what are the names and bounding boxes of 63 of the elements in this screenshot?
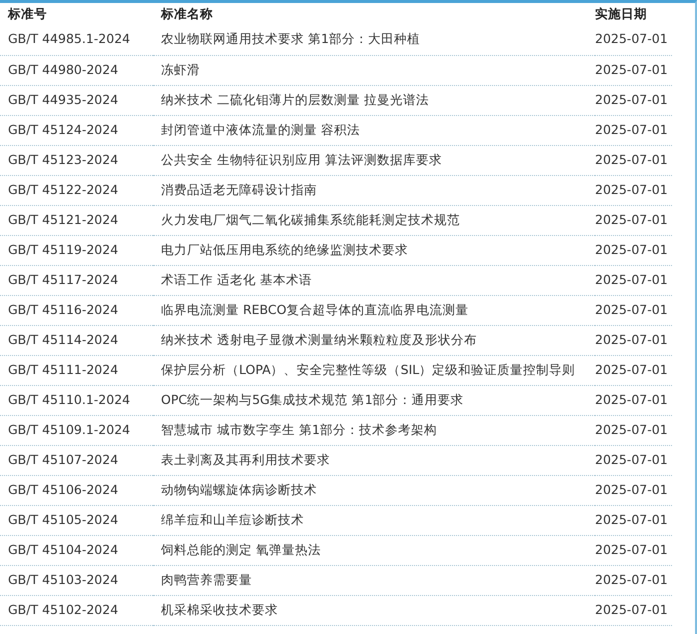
effective-date: 2025-07-01 <box>595 570 668 589</box>
effective-date: 2025-07-01 <box>595 210 668 229</box>
standard-name[interactable]: 冻虾滑 <box>161 60 200 80</box>
standard-name[interactable]: 动物钩端螺旋体病诊断技术 <box>161 480 317 500</box>
standard-number: GB/T 45116-2024 <box>8 300 118 319</box>
standard-number: GB/T 44980-2024 <box>8 60 118 79</box>
standard-name[interactable]: 绵羊痘和山羊痘诊断技术 <box>161 510 304 530</box>
standard-number: GB/T 44985.1-2024 <box>8 30 130 48</box>
effective-date: 2025-07-01 <box>595 480 668 499</box>
effective-date: 2025-07-01 <box>595 300 668 319</box>
standard-name[interactable]: 封闭管道中液体流量的测量 容积法 <box>161 120 360 140</box>
standard-name[interactable]: 农业物联网通用技术要求 第1部分：大田种植 <box>161 30 420 50</box>
standard-number: GB/T 45105-2024 <box>8 510 118 529</box>
effective-date: 2025-07-01 <box>595 600 668 619</box>
effective-date: 2025-07-01 <box>595 420 668 439</box>
standard-name[interactable]: 火力发电厂烟气二氧化碳捕集系统能耗测定技术规范 <box>161 210 460 230</box>
standard-name[interactable]: 保护层分析（LOPA）、安全完整性等级（SIL）定级和验证质量控制导则 <box>161 360 576 380</box>
effective-date: 2025-07-01 <box>595 330 668 349</box>
standard-number: GB/T 45106-2024 <box>8 480 118 499</box>
standard-name[interactable]: 纳米技术 二硫化钼薄片的层数测量 拉曼光谱法 <box>161 90 429 110</box>
standard-name[interactable]: OPC统一架构与5G集成技术规范 第1部分：通用要求 <box>161 390 464 410</box>
standard-number: GB/T 45119-2024 <box>8 240 118 259</box>
effective-date: 2025-07-01 <box>595 180 668 199</box>
standard-number: GB/T 44935-2024 <box>8 90 118 109</box>
standard-name[interactable]: 机采棉采收技术要求 <box>161 600 278 620</box>
standard-number: GB/T 45122-2024 <box>8 180 118 199</box>
standard-name[interactable]: 饲料总能的测定 氧弹量热法 <box>161 540 321 560</box>
standard-number: GB/T 45110.1-2024 <box>8 390 130 409</box>
standard-number: GB/T 45114-2024 <box>8 330 118 349</box>
effective-date: 2025-07-01 <box>595 240 668 259</box>
standard-number: GB/T 45107-2024 <box>8 450 118 469</box>
effective-date: 2025-07-01 <box>595 60 668 79</box>
standard-name[interactable]: 智慧城市 城市数字孪生 第1部分：技术参考架构 <box>161 420 437 440</box>
effective-date: 2025-07-01 <box>595 390 668 409</box>
standard-name[interactable]: 肉鸭营养需要量 <box>161 570 252 590</box>
standard-name[interactable]: 表土剥离及其再利用技术要求 <box>161 450 330 470</box>
standard-number: GB/T 45111-2024 <box>8 360 118 379</box>
standard-number: GB/T 45102-2024 <box>8 600 118 619</box>
effective-date: 2025-07-01 <box>595 120 668 139</box>
effective-date: 2025-07-01 <box>595 30 668 48</box>
standard-number: GB/T 45124-2024 <box>8 120 118 139</box>
effective-date: 2025-07-01 <box>595 540 668 559</box>
effective-date: 2025-07-01 <box>595 90 668 109</box>
column-header: 实施日期 <box>595 4 647 23</box>
standard-number: GB/T 45104-2024 <box>8 540 118 559</box>
standard-name[interactable]: 术语工作 适老化 基本术语 <box>161 270 312 290</box>
standard-name[interactable]: 电力厂站低压用电系统的绝缘监测技术要求 <box>161 240 408 260</box>
effective-date: 2025-07-01 <box>595 450 668 469</box>
standard-number: GB/T 45123-2024 <box>8 150 118 169</box>
effective-date: 2025-07-01 <box>595 360 668 379</box>
column-header: 标准号 <box>8 4 47 23</box>
standard-name[interactable]: 公共安全 生物特征识别应用 算法评测数据库要求 <box>161 150 442 170</box>
standard-name[interactable]: 纳米技术 透射电子显微术测量纳米颗粒粒度及形状分布 <box>161 330 477 350</box>
standard-number: GB/T 45117-2024 <box>8 270 118 289</box>
effective-date: 2025-07-01 <box>595 150 668 169</box>
standard-name[interactable]: 消费品适老无障碍设计指南 <box>161 180 317 200</box>
standard-number: GB/T 45121-2024 <box>8 210 118 229</box>
effective-date: 2025-07-01 <box>595 270 668 289</box>
effective-date: 2025-07-01 <box>595 510 668 529</box>
column-header: 标准名称 <box>161 4 213 23</box>
standard-number: GB/T 45109.1-2024 <box>8 420 130 439</box>
standard-name[interactable]: 临界电流测量 REBCO复合超导体的直流临界电流测量 <box>161 300 468 320</box>
standard-number: GB/T 45103-2024 <box>8 570 118 589</box>
